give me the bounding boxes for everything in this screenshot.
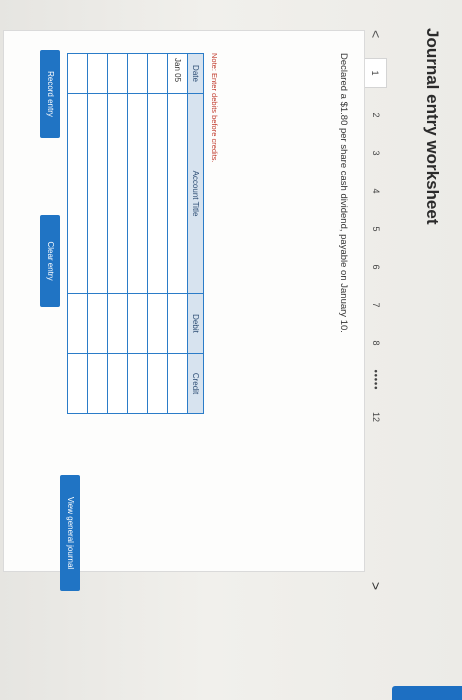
date-cell: Jan 05 <box>167 53 188 94</box>
debit-input[interactable] <box>67 293 88 354</box>
table-row <box>147 53 168 414</box>
transaction-prompt: Declared a $1.80 per share cash dividend… <box>338 53 349 333</box>
credit-input[interactable] <box>107 353 128 414</box>
debit-input[interactable] <box>147 293 168 354</box>
page-tab-6[interactable]: 6 <box>371 248 381 286</box>
next-page-icon[interactable]: > <box>368 582 384 590</box>
debit-input[interactable] <box>107 293 128 354</box>
debit-credit-note: Note: Enter debits before credits. <box>210 53 219 163</box>
date-cell <box>147 53 168 94</box>
photo-stage: Journal entry worksheet < 1 2 3 4 5 6 7 … <box>0 0 462 700</box>
credit-input[interactable] <box>87 353 108 414</box>
clear-entry-button[interactable]: Clear entry <box>40 215 60 307</box>
debit-input[interactable] <box>167 293 188 354</box>
corner-tab <box>392 686 462 700</box>
credit-input[interactable] <box>167 353 188 414</box>
page-ellipsis: ••••• <box>371 369 381 391</box>
account-title-column-header: Account Title <box>187 93 204 294</box>
credit-column-header: Credit <box>187 353 204 414</box>
page-tab-7[interactable]: 7 <box>371 286 381 324</box>
account-title-select[interactable] <box>107 93 128 294</box>
table-row <box>107 53 128 414</box>
worksheet-page: Journal entry worksheet < 1 2 3 4 5 6 7 … <box>0 0 462 700</box>
credit-input[interactable] <box>67 353 88 414</box>
page-tab-12[interactable]: 12 <box>371 398 381 436</box>
account-title-select[interactable] <box>67 93 88 294</box>
page-tab-8[interactable]: 8 <box>371 324 381 362</box>
journal-entry-table: Date Account Title Debit Credit Jan 05 <box>67 53 204 414</box>
table-row: Jan 05 <box>167 53 188 414</box>
page-title: Journal entry worksheet <box>423 28 442 225</box>
debit-input[interactable] <box>127 293 148 354</box>
date-cell <box>67 53 88 94</box>
account-title-select[interactable] <box>87 93 108 294</box>
prev-page-icon[interactable]: < <box>368 30 384 58</box>
account-title-select[interactable] <box>147 93 168 294</box>
date-column-header: Date <box>187 53 204 94</box>
date-cell <box>87 53 108 94</box>
date-cell <box>127 53 148 94</box>
account-title-select[interactable] <box>167 93 188 294</box>
account-title-select[interactable] <box>127 93 148 294</box>
credit-input[interactable] <box>147 353 168 414</box>
page-tab-4[interactable]: 4 <box>371 172 381 210</box>
entry-pagination: < 1 2 3 4 5 6 7 8 ••••• 12 > <box>364 30 388 590</box>
table-row <box>87 53 108 414</box>
page-tab-5[interactable]: 5 <box>371 210 381 248</box>
record-entry-button[interactable]: Record entry <box>40 50 60 138</box>
debit-column-header: Debit <box>187 293 204 354</box>
page-tab-1[interactable]: 1 <box>364 58 388 88</box>
table-row <box>67 53 88 414</box>
table-row <box>127 53 148 414</box>
view-general-journal-button[interactable]: View general journal <box>60 475 80 591</box>
credit-input[interactable] <box>127 353 148 414</box>
page-tab-2[interactable]: 2 <box>371 96 381 134</box>
date-cell <box>107 53 128 94</box>
debit-input[interactable] <box>87 293 108 354</box>
page-tab-3[interactable]: 3 <box>371 134 381 172</box>
table-header-row: Date Account Title Debit Credit <box>187 53 204 414</box>
